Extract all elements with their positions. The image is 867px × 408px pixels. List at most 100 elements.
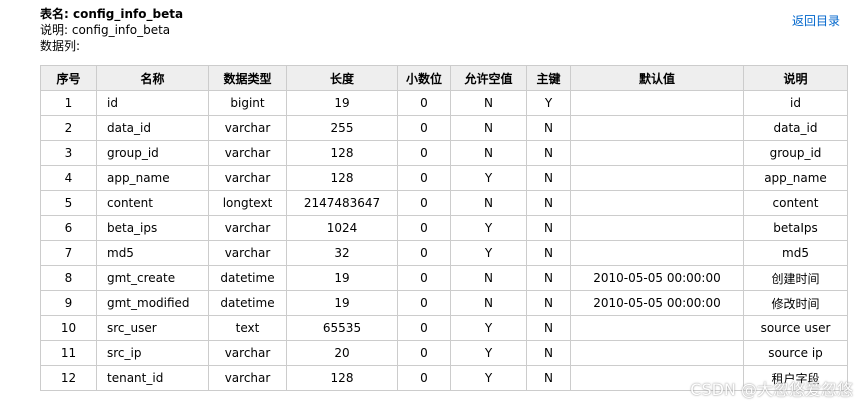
cell-primary-key: N [526,190,571,216]
cell-nullable: Y [450,165,527,191]
cell-nullable: Y [450,240,527,266]
cell-length: 19 [286,265,398,291]
cell-seq: 4 [40,165,97,191]
cell-primary-key: N [526,315,571,341]
table-info-header: 表名: config_info_beta 说明: config_info_bet… [40,6,183,54]
cell-default-value: 2010-05-05 00:00:00 [570,265,744,291]
cell-length: 32 [286,240,398,266]
cell-nullable: Y [450,215,527,241]
cell-length: 128 [286,165,398,191]
table-row: 1 id bigint 19 0 N Yid [40,90,848,116]
table-row: 10 src_user text 65535 0 Y Nsource user [40,315,848,341]
cell-decimals: 0 [397,240,451,266]
header-primary-key: 主键 [526,65,571,91]
header-nullable: 允许空值 [450,65,527,91]
cell-data-type: varchar [208,365,287,391]
header-decimals: 小数位 [397,65,451,91]
cell-data-type: text [208,315,287,341]
cell-seq: 2 [40,115,97,141]
cell-decimals: 0 [397,115,451,141]
cell-data-type: varchar [208,140,287,166]
cell-length: 65535 [286,315,398,341]
cell-length: 20 [286,340,398,366]
cell-default-value [570,190,744,216]
cell-default-value [570,115,744,141]
cell-default-value [570,240,744,266]
csdn-watermark: CSDN @大忽悠爱忽悠 [690,380,853,399]
cell-primary-key: N [526,340,571,366]
header-data-type: 数据类型 [208,65,287,91]
cell-data-type: varchar [208,115,287,141]
cell-default-value [570,140,744,166]
cell-decimals: 0 [397,340,451,366]
cell-name: app_name [96,165,209,191]
cell-length: 19 [286,290,398,316]
table-row: 8 gmt_create datetime 19 0 N N 2010-05-05 00:00… [40,265,848,291]
header-name: 名称 [96,65,209,91]
cell-data-type: datetime [208,265,287,291]
cell-seq: 8 [40,265,97,291]
cell-length: 128 [286,365,398,391]
table-row: 7 md5 varchar 32 0 Y Nmd5 [40,240,848,266]
table-row: 9 gmt_modified datetime 19 0 N N 2010-05-05 00:… [40,290,848,316]
cell-length: 128 [286,140,398,166]
cell-decimals: 0 [397,140,451,166]
table-header-row: 序号 名称 数据类型 长度 小数位 允许空值 主键 默认值 说明 [40,65,848,91]
cell-nullable: N [450,290,527,316]
cell-nullable: Y [450,340,527,366]
cell-comment: 创建时间 [743,265,848,291]
cell-primary-key: N [526,215,571,241]
cell-name: group_id [96,140,209,166]
cell-nullable: N [450,265,527,291]
table-row: 4 app_name varchar 128 0 Y Napp_name [40,165,848,191]
header-seq: 序号 [40,65,97,91]
cell-decimals: 0 [397,365,451,391]
cell-seq: 7 [40,240,97,266]
cell-seq: 1 [40,90,97,116]
columns-table: 序号 名称 数据类型 长度 小数位 允许空值 主键 默认值 说明 1 id bigi… [40,65,848,391]
cell-nullable: N [450,140,527,166]
table-body: 1 id bigint 19 0 N Yid 2 data_id varchar 255 0 N Ndat… [40,90,848,391]
cell-primary-key: N [526,165,571,191]
cell-name: id [96,90,209,116]
cell-primary-key: Y [526,90,571,116]
cell-default-value [570,215,744,241]
cell-data-type: datetime [208,290,287,316]
cell-data-type: varchar [208,215,287,241]
table-row: 6 beta_ips varchar 1024 0 Y NbetaIps [40,215,848,241]
cell-name: tenant_id [96,365,209,391]
cell-decimals: 0 [397,190,451,216]
cell-nullable: N [450,90,527,116]
cell-default-value [570,340,744,366]
cell-primary-key: N [526,265,571,291]
cell-comment: source ip [743,340,848,366]
cell-nullable: Y [450,315,527,341]
cell-data-type: varchar [208,165,287,191]
cell-seq: 11 [40,340,97,366]
cell-default-value: 2010-05-05 00:00:00 [570,290,744,316]
cell-nullable: N [450,115,527,141]
cell-comment: id [743,90,848,116]
cell-default-value [570,165,744,191]
cell-comment: group_id [743,140,848,166]
cell-name: gmt_modified [96,290,209,316]
cell-seq: 10 [40,315,97,341]
cell-primary-key: N [526,140,571,166]
cell-decimals: 0 [397,315,451,341]
cell-comment: md5 [743,240,848,266]
cell-name: beta_ips [96,215,209,241]
cell-data-type: varchar [208,240,287,266]
cell-decimals: 0 [397,165,451,191]
back-to-index-link[interactable]: 返回目录 [792,12,840,29]
header-default-value: 默认值 [570,65,744,91]
table-row: 2 data_id varchar 255 0 N Ndata_id [40,115,848,141]
columns-label: 数据列: [40,39,81,53]
table-name-title: 表名: config_info_beta [40,7,184,21]
cell-name: src_ip [96,340,209,366]
cell-seq: 5 [40,190,97,216]
cell-length: 19 [286,90,398,116]
cell-default-value [570,90,744,116]
cell-decimals: 0 [397,215,451,241]
cell-data-type: varchar [208,340,287,366]
cell-data-type: longtext [208,190,287,216]
